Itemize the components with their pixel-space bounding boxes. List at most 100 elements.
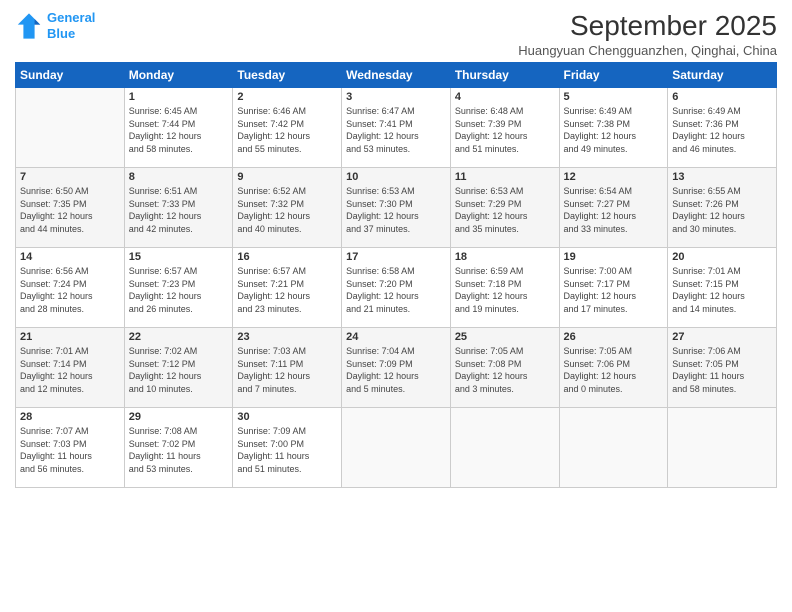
calendar-week-4: 21 Sunrise: 7:01 AM Sunset: 7:14 PM Dayli… [16, 328, 777, 408]
header-tuesday: Tuesday [233, 63, 342, 88]
day-number: 23 [237, 331, 337, 343]
calendar-cell: 14Sunrise: 6:56 AM Sunset: 7:24 PM Dayli… [16, 248, 125, 328]
day-info: Sunrise: 6:45 AM Sunset: 7:44 PM Dayligh… [129, 105, 229, 155]
logo-icon [15, 12, 43, 40]
day-number: 9 [237, 171, 337, 183]
calendar-cell: 23 Sunrise: 7:03 AM Sunset: 7:11 PM Dayli… [233, 328, 342, 408]
logo-line2: Blue [47, 26, 75, 41]
day-number: 1 [129, 91, 229, 103]
day-number: 11 [455, 171, 555, 183]
day-info: Sunrise: 6:46 AM Sunset: 7:42 PM Dayligh… [237, 105, 337, 155]
day-number: 18 [455, 251, 555, 263]
day-number: 3 [346, 91, 446, 103]
calendar-cell: 28 Sunrise: 7:07 AM Sunset: 7:03 PM Dayli… [16, 408, 125, 488]
day-number: 15 [129, 251, 229, 263]
calendar-cell: 24 Sunrise: 7:04 AM Sunset: 7:09 PM Dayli… [342, 328, 451, 408]
header-sunday: Sunday [16, 63, 125, 88]
calendar-week-1: 1 Sunrise: 6:45 AM Sunset: 7:44 PM Daylig… [16, 88, 777, 168]
day-info: Sunrise: 6:57 AM Sunset: 7:21 PM Dayligh… [237, 265, 337, 315]
day-info: Sunrise: 7:01 AM Sunset: 7:14 PM Dayligh… [20, 345, 120, 395]
day-info: Sunrise: 6:55 AM Sunset: 7:26 PM Dayligh… [672, 185, 772, 235]
day-info: Sunrise: 7:08 AM Sunset: 7:02 PM Dayligh… [129, 425, 229, 475]
calendar-week-5: 28 Sunrise: 7:07 AM Sunset: 7:03 PM Dayli… [16, 408, 777, 488]
calendar-cell [450, 408, 559, 488]
day-info: Sunrise: 7:04 AM Sunset: 7:09 PM Dayligh… [346, 345, 446, 395]
day-number: 28 [20, 411, 120, 423]
title-section: September 2025 Huangyuan Chengguanzhen, … [518, 10, 777, 58]
day-info: Sunrise: 6:59 AM Sunset: 7:18 PM Dayligh… [455, 265, 555, 315]
calendar-cell: 20 Sunrise: 7:01 AM Sunset: 7:15 PM Dayli… [668, 248, 777, 328]
header-saturday: Saturday [668, 63, 777, 88]
logo-line1: General [47, 10, 95, 25]
calendar: SundayMondayTuesdayWednesdayThursdayFrid… [15, 62, 777, 488]
day-number: 22 [129, 331, 229, 343]
calendar-cell [342, 408, 451, 488]
calendar-cell: 29 Sunrise: 7:08 AM Sunset: 7:02 PM Dayli… [124, 408, 233, 488]
calendar-cell: 15 Sunrise: 6:57 AM Sunset: 7:23 PM Dayli… [124, 248, 233, 328]
calendar-cell: 6Sunrise: 6:49 AM Sunset: 7:36 PM Daylig… [668, 88, 777, 168]
day-number: 20 [672, 251, 772, 263]
day-number: 12 [564, 171, 664, 183]
month-title: September 2025 [518, 10, 777, 42]
header: General Blue September 2025 Huangyuan Ch… [15, 10, 777, 58]
day-number: 6 [672, 91, 772, 103]
day-info: Sunrise: 7:01 AM Sunset: 7:15 PM Dayligh… [672, 265, 772, 315]
calendar-cell [559, 408, 668, 488]
day-number: 13 [672, 171, 772, 183]
day-info: Sunrise: 6:50 AM Sunset: 7:35 PM Dayligh… [20, 185, 120, 235]
day-number: 4 [455, 91, 555, 103]
day-number: 16 [237, 251, 337, 263]
calendar-cell: 1 Sunrise: 6:45 AM Sunset: 7:44 PM Daylig… [124, 88, 233, 168]
day-number: 24 [346, 331, 446, 343]
calendar-week-2: 7 Sunrise: 6:50 AM Sunset: 7:35 PM Daylig… [16, 168, 777, 248]
day-info: Sunrise: 7:07 AM Sunset: 7:03 PM Dayligh… [20, 425, 120, 475]
day-info: Sunrise: 6:58 AM Sunset: 7:20 PM Dayligh… [346, 265, 446, 315]
day-number: 30 [237, 411, 337, 423]
calendar-cell: 5 Sunrise: 6:49 AM Sunset: 7:38 PM Daylig… [559, 88, 668, 168]
page: General Blue September 2025 Huangyuan Ch… [0, 0, 792, 612]
subtitle: Huangyuan Chengguanzhen, Qinghai, China [518, 43, 777, 58]
day-info: Sunrise: 7:02 AM Sunset: 7:12 PM Dayligh… [129, 345, 229, 395]
day-info: Sunrise: 7:05 AM Sunset: 7:08 PM Dayligh… [455, 345, 555, 395]
day-number: 5 [564, 91, 664, 103]
day-info: Sunrise: 6:53 AM Sunset: 7:29 PM Dayligh… [455, 185, 555, 235]
day-number: 27 [672, 331, 772, 343]
logo: General Blue [15, 10, 95, 41]
day-number: 10 [346, 171, 446, 183]
day-number: 7 [20, 171, 120, 183]
calendar-cell: 3Sunrise: 6:47 AM Sunset: 7:41 PM Daylig… [342, 88, 451, 168]
day-number: 21 [20, 331, 120, 343]
day-info: Sunrise: 7:00 AM Sunset: 7:17 PM Dayligh… [564, 265, 664, 315]
day-info: Sunrise: 7:05 AM Sunset: 7:06 PM Dayligh… [564, 345, 664, 395]
calendar-cell: 17 Sunrise: 6:58 AM Sunset: 7:20 PM Dayli… [342, 248, 451, 328]
day-info: Sunrise: 6:52 AM Sunset: 7:32 PM Dayligh… [237, 185, 337, 235]
day-number: 14 [20, 251, 120, 263]
calendar-cell: 9 Sunrise: 6:52 AM Sunset: 7:32 PM Daylig… [233, 168, 342, 248]
calendar-cell: 10 Sunrise: 6:53 AM Sunset: 7:30 PM Dayli… [342, 168, 451, 248]
calendar-cell: 7 Sunrise: 6:50 AM Sunset: 7:35 PM Daylig… [16, 168, 125, 248]
header-thursday: Thursday [450, 63, 559, 88]
calendar-cell: 27 Sunrise: 7:06 AM Sunset: 7:05 PM Dayli… [668, 328, 777, 408]
day-number: 25 [455, 331, 555, 343]
day-info: Sunrise: 7:03 AM Sunset: 7:11 PM Dayligh… [237, 345, 337, 395]
calendar-cell: 25 Sunrise: 7:05 AM Sunset: 7:08 PM Dayli… [450, 328, 559, 408]
calendar-week-3: 14Sunrise: 6:56 AM Sunset: 7:24 PM Dayli… [16, 248, 777, 328]
calendar-cell [16, 88, 125, 168]
day-info: Sunrise: 6:57 AM Sunset: 7:23 PM Dayligh… [129, 265, 229, 315]
calendar-cell: 16 Sunrise: 6:57 AM Sunset: 7:21 PM Dayli… [233, 248, 342, 328]
day-info: Sunrise: 7:09 AM Sunset: 7:00 PM Dayligh… [237, 425, 337, 475]
calendar-cell: 30 Sunrise: 7:09 AM Sunset: 7:00 PM Dayli… [233, 408, 342, 488]
day-info: Sunrise: 6:51 AM Sunset: 7:33 PM Dayligh… [129, 185, 229, 235]
day-number: 17 [346, 251, 446, 263]
logo-text: General Blue [47, 10, 95, 41]
day-number: 19 [564, 251, 664, 263]
calendar-cell: 21 Sunrise: 7:01 AM Sunset: 7:14 PM Dayli… [16, 328, 125, 408]
day-info: Sunrise: 6:49 AM Sunset: 7:38 PM Dayligh… [564, 105, 664, 155]
header-wednesday: Wednesday [342, 63, 451, 88]
header-monday: Monday [124, 63, 233, 88]
day-number: 29 [129, 411, 229, 423]
day-info: Sunrise: 7:06 AM Sunset: 7:05 PM Dayligh… [672, 345, 772, 395]
day-number: 2 [237, 91, 337, 103]
calendar-cell: 8Sunrise: 6:51 AM Sunset: 7:33 PM Daylig… [124, 168, 233, 248]
day-info: Sunrise: 6:53 AM Sunset: 7:30 PM Dayligh… [346, 185, 446, 235]
